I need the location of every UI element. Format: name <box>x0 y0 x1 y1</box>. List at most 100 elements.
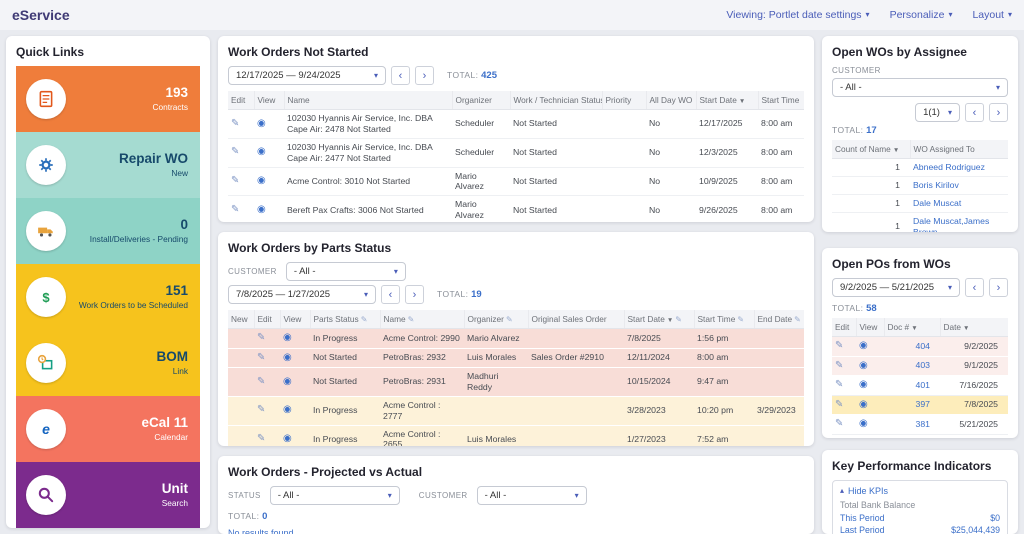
edit-icon[interactable]: ✎ <box>835 418 843 429</box>
status-select[interactable]: - All - ▾ <box>270 486 400 505</box>
personalize-menu[interactable]: Personalize ▾ <box>890 9 953 21</box>
customer-select[interactable]: - All - ▾ <box>477 486 587 505</box>
col-original-sales-order: Original Sales Order <box>528 310 624 329</box>
doc-date: 5/21/2025 <box>940 415 1008 435</box>
quick-link-ecal[interactable]: e eCal 11Calendar <box>16 396 200 462</box>
edit-icon[interactable]: ✎ <box>835 360 843 371</box>
col-name[interactable]: Name✎ <box>380 310 464 329</box>
view-icon[interactable]: ◉ <box>283 433 292 444</box>
col-doc[interactable]: Doc #▼ <box>884 318 940 337</box>
table-row: ✎ ◉ In Progress Acme Control : 2655 Luis… <box>228 425 804 446</box>
edit-icon[interactable]: ✎ <box>835 399 843 410</box>
start-time: 7:52 am <box>694 425 754 446</box>
next-page-button[interactable]: › <box>989 278 1008 297</box>
col-start-time[interactable]: Start Time✎ <box>694 310 754 329</box>
view-icon[interactable]: ◉ <box>859 379 868 390</box>
next-page-button[interactable]: › <box>405 285 424 304</box>
col-organizer[interactable]: Organizer✎ <box>464 310 528 329</box>
edit-icon[interactable]: ✎ <box>231 146 239 157</box>
view-icon[interactable]: ◉ <box>859 360 868 371</box>
wo-start-time: 8:00 am <box>758 167 804 196</box>
col-date[interactable]: Date▼ <box>940 318 1008 337</box>
view-icon[interactable]: ◉ <box>283 376 292 387</box>
hide-kpis-label: Hide KPIs <box>848 486 888 496</box>
edit-icon[interactable]: ✎ <box>257 404 265 415</box>
date-range-select[interactable]: 9/2/2025 — 5/21/2025 ▾ <box>832 278 960 297</box>
prev-page-button[interactable]: ‹ <box>381 285 400 304</box>
hide-kpis-toggle[interactable]: ▴ Hide KPIs <box>840 486 1000 496</box>
assignee-count: 1 <box>832 176 910 194</box>
doc-number[interactable]: 403 <box>884 356 940 376</box>
assignee-name[interactable]: Dale Muscat <box>910 194 1008 212</box>
assignee-name[interactable]: Boris Kirilov <box>910 176 1008 194</box>
total-counter: TOTAL: 0 <box>228 511 804 522</box>
wo-not-started-table: Edit View Name Organizer Work / Technici… <box>228 91 804 222</box>
prev-page-button[interactable]: ‹ <box>965 103 984 122</box>
view-icon[interactable]: ◉ <box>257 175 266 186</box>
view-icon[interactable]: ◉ <box>859 340 868 351</box>
edit-icon[interactable]: ✎ <box>257 332 265 343</box>
end-date <box>754 329 804 349</box>
customer-select[interactable]: - All - ▾ <box>832 78 1008 97</box>
next-page-button[interactable]: › <box>989 103 1008 122</box>
edit-icon[interactable]: ✎ <box>257 433 265 444</box>
customer-filter-label: CUSTOMER <box>419 491 468 500</box>
wo-organizer: Scheduler <box>452 110 510 139</box>
edit-icon[interactable]: ✎ <box>257 376 265 387</box>
doc-number[interactable]: 404 <box>884 337 940 357</box>
customer-select[interactable]: - All - ▾ <box>286 262 406 281</box>
col-parts-status[interactable]: Parts Status✎ <box>310 310 380 329</box>
column-edit-icon: ✎ <box>794 315 801 324</box>
page-select[interactable]: 1(1) ▾ <box>915 103 960 122</box>
kpi-value: $0 <box>990 513 1000 523</box>
next-page-button[interactable]: › <box>415 66 434 85</box>
view-icon[interactable]: ◉ <box>257 204 266 215</box>
view-icon[interactable]: ◉ <box>859 418 868 429</box>
quick-link-unit-search[interactable]: UnitSearch <box>16 462 200 528</box>
doc-number[interactable]: 397 <box>884 395 940 415</box>
col-start-date[interactable]: Start Date▼✎ <box>624 310 694 329</box>
parts-status: In Progress <box>310 396 380 425</box>
assignee-name[interactable]: Dale Muscat,James Brown <box>910 212 1008 232</box>
viewing-menu[interactable]: Viewing: Portlet date settings ▾ <box>726 9 869 21</box>
quick-link-bom[interactable]: BOMLink <box>16 330 200 396</box>
view-icon[interactable]: ◉ <box>283 352 292 363</box>
date-range-select[interactable]: 12/17/2025 — 9/24/2025 ▾ <box>228 66 386 85</box>
view-icon[interactable]: ◉ <box>257 146 266 157</box>
edit-icon[interactable]: ✎ <box>231 118 239 129</box>
prev-page-button[interactable]: ‹ <box>391 66 410 85</box>
quick-link-repair-wo[interactable]: Repair WONew <box>16 132 200 198</box>
view-icon[interactable]: ◉ <box>257 118 266 129</box>
edit-icon[interactable]: ✎ <box>257 352 265 363</box>
view-icon[interactable]: ◉ <box>859 399 868 410</box>
assignee-name[interactable]: Abneed Rodriguez <box>910 159 1008 177</box>
layout-menu[interactable]: Layout ▾ <box>972 9 1012 21</box>
doc-number[interactable]: 381 <box>884 415 940 435</box>
col-start-date[interactable]: Start Date▼ <box>696 91 758 110</box>
edit-icon[interactable]: ✎ <box>835 379 843 390</box>
table-row: ✎ ◉ In Progress Acme Control: 2990 Mario… <box>228 329 804 349</box>
date-range-select[interactable]: 7/8/2025 — 1/27/2025 ▾ <box>228 285 376 304</box>
wo-all-day: No <box>646 138 696 167</box>
quick-link-install-deliveries[interactable]: 0Install/Deliveries - Pending <box>16 198 200 264</box>
prev-page-button[interactable]: ‹ <box>965 278 984 297</box>
quick-link-wo-to-schedule[interactable]: $ 151Work Orders to be Scheduled <box>16 264 200 330</box>
quick-link-contracts[interactable]: 193Contracts <box>16 66 200 132</box>
chevron-down-icon: ▾ <box>388 492 392 500</box>
cash-icon: $ <box>26 277 66 317</box>
view-icon[interactable]: ◉ <box>283 332 292 343</box>
table-row: 1 Abneed Rodriguez <box>832 159 1008 177</box>
total-counter: TOTAL: 19 <box>437 289 482 300</box>
col-new: New <box>228 310 254 329</box>
edit-icon[interactable]: ✎ <box>231 204 239 215</box>
view-icon[interactable]: ◉ <box>283 404 292 415</box>
doc-date: 7/8/2025 <box>940 395 1008 415</box>
total-counter: TOTAL: 17 <box>832 125 1008 136</box>
doc-number[interactable]: 401 <box>884 376 940 396</box>
edit-icon[interactable]: ✎ <box>835 340 843 351</box>
col-end-date[interactable]: End Date✎ <box>754 310 804 329</box>
edit-icon[interactable]: ✎ <box>231 175 239 186</box>
wo-name: PetroBras: 2931 <box>380 368 464 397</box>
col-count[interactable]: Count of Name▼ <box>832 140 910 159</box>
wo-parts-status-panel: Work Orders by Parts Status CUSTOMER - A… <box>218 232 814 446</box>
